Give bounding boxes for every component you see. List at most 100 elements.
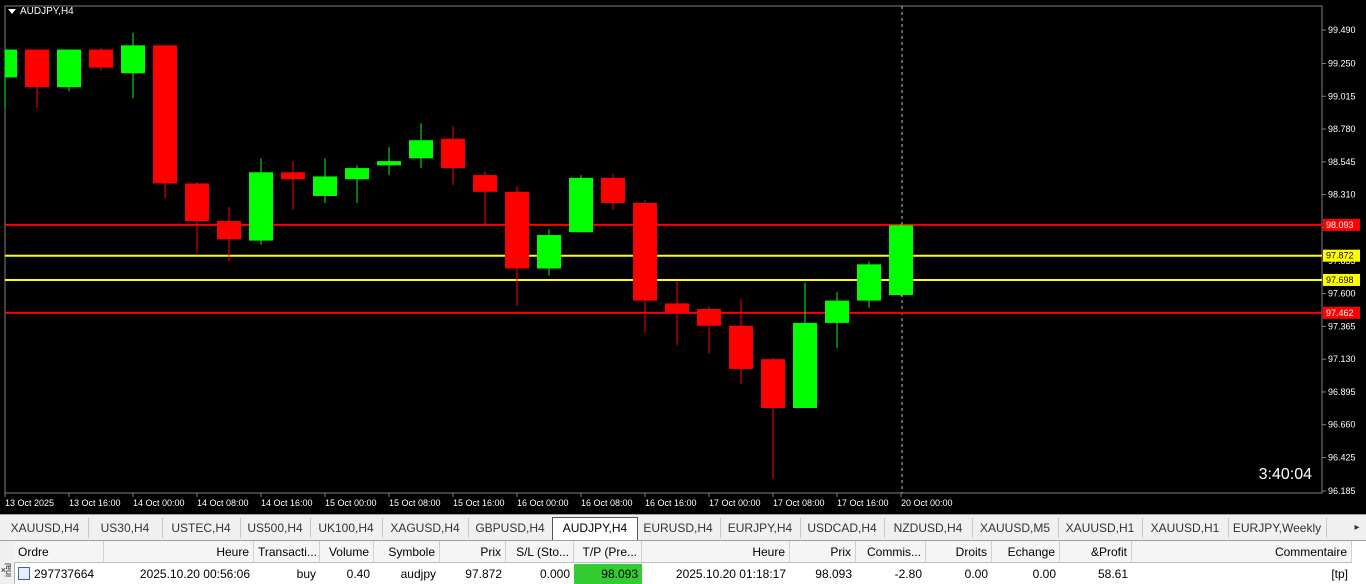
chart-area[interactable]: 99.490 99.250 99.015 98.780 98.545 98.310 98.0… xyxy=(0,0,1366,514)
table-cell: [tp] xyxy=(1331,567,1348,581)
price-level-label: 97.698 xyxy=(1326,275,1354,285)
candle-body xyxy=(505,191,529,269)
terminal-side-handle[interactable]: × inal xyxy=(0,541,15,584)
candle-body xyxy=(537,235,561,269)
table-cell: audjpy xyxy=(400,567,436,581)
column-header[interactable]: T/P (Pre... xyxy=(574,541,642,563)
chart-tab[interactable]: EURUSD,H4 xyxy=(636,518,721,538)
candle-body xyxy=(153,45,177,184)
chart-tab[interactable]: GBPUSD,H4 xyxy=(468,518,553,538)
order-icon xyxy=(18,567,30,581)
y-tick-label: 98.780 xyxy=(1328,124,1356,134)
x-tick-label: 14 Oct 00:00 xyxy=(133,498,185,508)
x-tick-label: 17 Oct 08:00 xyxy=(773,498,825,508)
x-tick-label: 15 Oct 16:00 xyxy=(453,498,505,508)
chart-tab[interactable]: NZDUSD,H4 xyxy=(884,518,973,538)
candle-body xyxy=(441,138,465,169)
table-cell: 0.000 xyxy=(539,567,570,581)
x-tick-label: 17 Oct 00:00 xyxy=(709,498,761,508)
table-cell: 2025.10.20 01:18:17 xyxy=(675,567,786,581)
chart-tab[interactable]: USTEC,H4 xyxy=(162,518,241,538)
candle-body xyxy=(569,177,593,233)
chart-tab-bar: XAUUSD,H4 US30,H4 USTEC,H4 US500,H4 UK100,H4… xyxy=(0,514,1366,541)
chart-tab[interactable]: EURJPY,Weekly xyxy=(1228,518,1327,538)
candle-body xyxy=(825,300,849,323)
x-tick-label: 13 Oct 16:00 xyxy=(69,498,121,508)
candle-body xyxy=(217,221,241,240)
chart-tab[interactable]: XAGUSD,H4 xyxy=(382,518,469,538)
x-tick-label: 16 Oct 00:00 xyxy=(517,498,569,508)
table-cell: 98.093 xyxy=(815,567,852,581)
column-header[interactable]: Heure xyxy=(104,541,254,563)
y-tick-label: 97.600 xyxy=(1328,289,1356,299)
candle-body xyxy=(5,49,17,78)
chart-tab[interactable]: XAUUSD,H4 xyxy=(2,518,89,538)
price-level-label: 97.872 xyxy=(1326,251,1354,261)
table-cell: 58.61 xyxy=(1097,567,1128,581)
price-level-label: 98.093 xyxy=(1326,220,1354,230)
column-header[interactable]: S/L (Sto... xyxy=(506,541,574,563)
plot-border xyxy=(4,5,1323,494)
column-header[interactable]: Commentaire xyxy=(1132,541,1352,563)
y-tick-label: 97.365 xyxy=(1328,321,1356,331)
candle-body xyxy=(185,183,209,222)
chart-tab[interactable]: USDCAD,H4 xyxy=(800,518,885,538)
candle-body xyxy=(345,168,369,180)
chart-tab[interactable]: UK100,H4 xyxy=(310,518,383,538)
column-header[interactable]: Prix xyxy=(790,541,856,563)
column-header[interactable]: &Profit xyxy=(1060,541,1132,563)
table-cell: 0.00 xyxy=(1032,567,1056,581)
chart-tab[interactable]: AUDJPY,H4 xyxy=(552,517,638,540)
table-cell: buy xyxy=(296,567,316,581)
chart-tab[interactable]: XAUUSD,H1 xyxy=(1058,518,1143,538)
y-tick-label: 99.015 xyxy=(1328,91,1356,101)
candle-body xyxy=(121,45,145,74)
candle-body xyxy=(857,264,881,301)
price-chart[interactable]: 99.490 99.250 99.015 98.780 98.545 98.310 98.0… xyxy=(0,0,1366,514)
candle-body xyxy=(665,303,689,314)
chart-tab[interactable]: XAUUSD,M5 xyxy=(972,518,1059,538)
table-cell: 98.093 xyxy=(574,564,642,584)
candle-body xyxy=(793,322,817,409)
chart-tab[interactable]: US500,H4 xyxy=(240,518,311,538)
column-header[interactable]: Ordre xyxy=(14,541,104,563)
column-header[interactable]: Droits xyxy=(926,541,992,563)
x-tick-label: 15 Oct 08:00 xyxy=(389,498,441,508)
table-cell: 297737664 xyxy=(14,564,104,584)
table-cell: -2.80 xyxy=(894,567,922,581)
y-tick-label: 99.250 xyxy=(1328,58,1356,68)
chart-tab[interactable]: XAUUSD,H1 xyxy=(1142,518,1229,538)
chart-tab[interactable]: US30,H4 xyxy=(88,518,163,538)
chart-menu-triangle-icon[interactable] xyxy=(8,9,16,14)
chart-tab[interactable]: EURJPY,H4 xyxy=(720,518,801,538)
y-tick-label: 96.660 xyxy=(1328,420,1356,430)
terminal-panel: × inal OrdreHeureTransacti...VolumeSymbo… xyxy=(0,540,1366,584)
y-tick-label: 96.895 xyxy=(1328,387,1356,397)
candle-body xyxy=(57,49,81,88)
column-header[interactable]: Symbole xyxy=(374,541,440,563)
x-tick-label: 16 Oct 16:00 xyxy=(645,498,697,508)
table-cell: 2025.10.20 00:56:06 xyxy=(139,567,250,581)
terminal-side-label: inal xyxy=(3,562,14,578)
x-tick-label: 14 Oct 16:00 xyxy=(261,498,313,508)
column-header[interactable]: Volume xyxy=(320,541,374,563)
column-header[interactable]: Heure xyxy=(642,541,790,563)
candle-body xyxy=(281,172,305,180)
column-header[interactable]: Commis... xyxy=(856,541,926,563)
x-tick-label: 20 Oct 00:00 xyxy=(901,498,953,508)
candle-body xyxy=(409,140,433,159)
y-tick-label: 99.490 xyxy=(1328,25,1356,35)
tab-scroll-right-icon[interactable]: ▸ xyxy=(1350,519,1364,537)
candle-body xyxy=(761,359,785,409)
candle-body xyxy=(889,225,913,296)
y-tick-label: 96.425 xyxy=(1328,453,1356,463)
column-header[interactable]: Transacti... xyxy=(254,541,320,563)
column-header[interactable]: Prix xyxy=(440,541,506,563)
candle-body xyxy=(729,325,753,369)
table-cell: 0.00 xyxy=(964,567,988,581)
table-cell: 0.40 xyxy=(346,567,370,581)
column-header[interactable]: Echange xyxy=(992,541,1060,563)
candle-body xyxy=(249,172,273,241)
candle-body xyxy=(89,49,113,68)
chart-symbol-label: AUDJPY,H4 xyxy=(20,6,74,17)
